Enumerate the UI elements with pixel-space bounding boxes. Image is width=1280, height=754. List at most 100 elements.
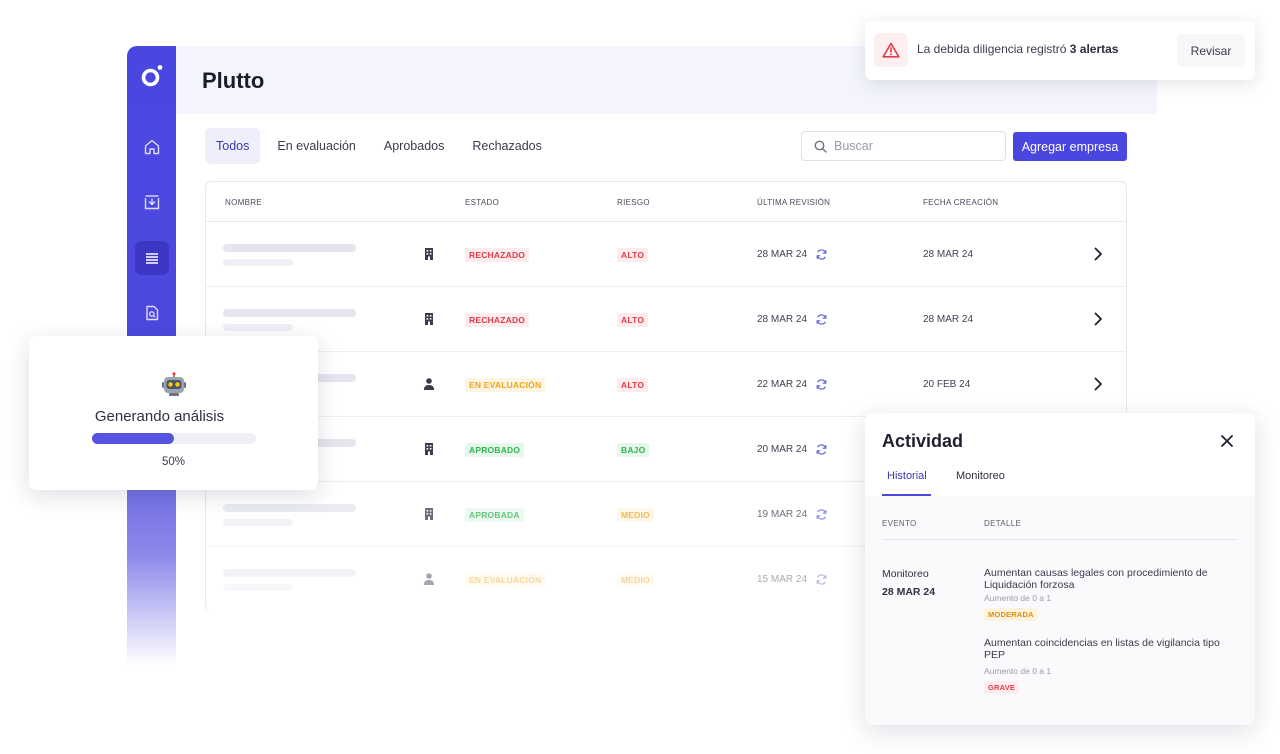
status-badge: EN EVALUACIÓN [465,573,546,587]
status-badge: APROBADO [465,443,525,457]
sidebar-item-home[interactable] [135,130,169,164]
name-placeholder [223,584,293,591]
warning-triangle-icon [882,42,900,58]
risk-badge: MEDIO [617,508,654,522]
alert-message: La debida diligencia registró 3 alertas [917,42,1118,56]
page-title: Plutto [202,68,265,93]
column-header-evento: EVENTO [882,519,917,528]
table-row[interactable]: EN EVALUACIÓN ALTO 22 MAR 24 20 FEB 24 [206,352,1126,417]
tab-historial[interactable]: Historial [887,470,927,482]
column-header-fecha-creacion[interactable]: FECHA CREACIÓN [923,198,998,207]
name-placeholder [223,324,293,331]
detail-subtitle: Aumento de 0 a 1 [984,666,1052,676]
tab-monitoreo[interactable]: Monitoreo [956,470,1005,482]
creation-date: 28 MAR 24 [923,249,974,260]
inbox-icon [144,195,160,210]
status-badge: RECHAZADO [465,313,530,327]
event-date: 28 MAR 24 [882,586,936,598]
alert-text: La debida diligencia registró [917,42,1070,56]
status-badge: EN EVALUACIÓN [465,378,546,392]
creation-date: 28 MAR 24 [923,314,974,325]
add-company-button[interactable]: Agregar empresa [1013,132,1127,161]
refresh-icon[interactable] [815,248,828,261]
close-icon[interactable] [1219,433,1235,449]
building-icon [425,248,433,260]
risk-badge: BAJO [617,443,650,457]
progress-fill [92,433,174,444]
progress-percent: 50% [161,456,186,468]
column-header-nombre[interactable]: NOMBRE [225,198,262,207]
status-badge: APROBADA [465,508,524,522]
column-header-ultima-revision[interactable]: ÚLTIMA REVISIÓN [757,198,830,207]
progress-title: Generando análisis [94,408,225,425]
event-name: Monitoreo [882,568,929,580]
refresh-icon[interactable] [815,508,828,521]
tab-todos[interactable]: Todos [205,128,261,164]
alert-toast: La debida diligencia registró 3 alertas … [865,21,1255,80]
detail-title: Aumentan causas legales con procedimient… [984,567,1208,591]
table-row[interactable]: RECHAZADO ALTO 28 MAR 24 28 MAR 24 [206,287,1126,352]
refresh-icon[interactable] [815,313,828,326]
creation-date: 20 FEB 24 [923,379,971,390]
status-badge: RECHAZADO [465,248,530,262]
last-review-date: 20 MAR 24 [757,444,808,455]
active-tab-indicator [882,494,931,496]
refresh-icon[interactable] [815,573,828,586]
severity-badge: MODERADA [984,608,1038,621]
sidebar-item-documents[interactable] [135,296,169,330]
stage: Plutto Todos En evaluación Aprobados Rec… [0,0,1280,754]
name-placeholder [223,259,293,266]
activity-content [865,496,1255,725]
search-icon [814,140,827,153]
last-review-date: 28 MAR 24 [757,314,808,325]
robot-icon [162,372,186,396]
risk-badge: ALTO [617,313,649,327]
tab-aprobados[interactable]: Aprobados [373,128,455,164]
refresh-icon[interactable] [815,378,828,391]
home-icon [144,139,160,155]
status-tabs: Todos En evaluación Aprobados Rechazados [205,128,553,164]
table-header: NOMBRE ESTADO RIESGO ÚLTIMA REVISIÓN FEC… [206,182,1126,222]
chevron-right-icon[interactable] [1091,311,1105,327]
name-placeholder [223,309,356,317]
sidebar-item-list[interactable] [135,241,169,275]
column-header-detalle: DETALLE [984,519,1022,528]
document-search-icon [146,305,159,321]
table-row[interactable]: RECHAZADO ALTO 28 MAR 24 28 MAR 24 [206,222,1126,287]
building-icon [425,508,433,520]
tab-rechazados[interactable]: Rechazados [461,128,553,164]
progress-track [92,433,256,444]
chevron-right-icon[interactable] [1091,246,1105,262]
warning-icon-box [874,33,908,67]
last-review-date: 28 MAR 24 [757,249,808,260]
last-review-date: 22 MAR 24 [757,379,808,390]
person-icon [423,573,435,585]
name-placeholder [223,244,356,252]
chevron-right-icon[interactable] [1091,376,1105,392]
review-button[interactable]: Revisar [1177,34,1245,67]
person-icon [423,378,435,390]
risk-badge: MEDIO [617,573,654,587]
detail-subtitle: Aumento de 0 a 1 [984,593,1052,603]
name-placeholder [223,504,356,512]
activity-title: Actividad [882,431,964,451]
alert-count: 3 alertas [1069,42,1119,56]
refresh-icon[interactable] [815,443,828,456]
name-placeholder [223,519,293,526]
building-icon [425,443,433,455]
detail-title: Aumentan coincidencias en listas de vigi… [984,637,1220,661]
list-icon [146,253,158,264]
analysis-progress-card: Generando análisis 50% [29,336,318,490]
last-review-date: 15 MAR 24 [757,574,808,585]
tab-en-evaluacion[interactable]: En evaluación [266,128,367,164]
sidebar-item-inbox[interactable] [135,185,169,219]
severity-badge: GRAVE [984,681,1020,694]
column-header-riesgo[interactable]: RIESGO [617,198,650,207]
column-header-estado[interactable]: ESTADO [465,198,499,207]
building-icon [425,313,433,325]
last-review-date: 19 MAR 24 [757,509,808,520]
name-placeholder [223,569,356,577]
search-input[interactable] [834,139,984,153]
activity-panel: Actividad Historial Monitoreo EVENTO DET… [865,413,1255,725]
plutto-logo [141,65,163,87]
